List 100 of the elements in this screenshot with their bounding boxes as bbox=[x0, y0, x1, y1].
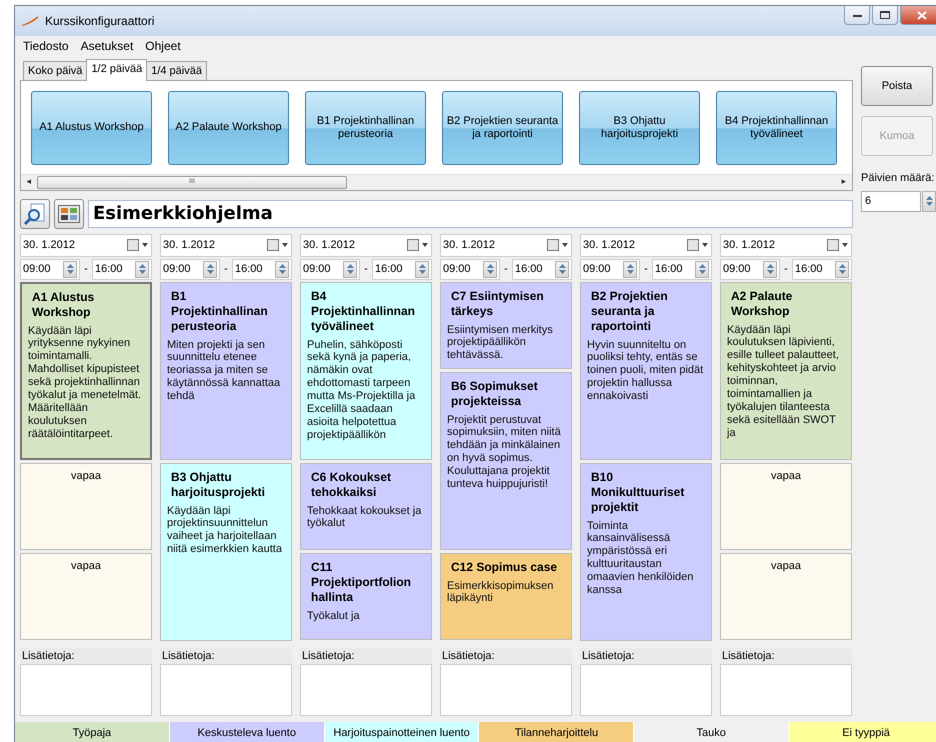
date-picker[interactable]: 30. 1.2012 bbox=[440, 234, 572, 256]
end-time-field[interactable]: 16:00 bbox=[92, 258, 152, 280]
view-grid-button[interactable] bbox=[54, 198, 84, 228]
spinner-button[interactable] bbox=[483, 260, 497, 278]
notes-field[interactable] bbox=[160, 664, 292, 716]
start-time-field[interactable]: 09:00 bbox=[580, 258, 640, 280]
tab[interactable]: Koko päivä bbox=[23, 60, 88, 80]
up-arrow-icon[interactable] bbox=[766, 264, 774, 268]
down-arrow-icon[interactable] bbox=[926, 202, 932, 206]
day-count-field[interactable]: 6 bbox=[861, 190, 921, 212]
down-arrow-icon[interactable] bbox=[346, 270, 354, 274]
start-time-field[interactable]: 09:00 bbox=[440, 258, 500, 280]
close-button[interactable] bbox=[900, 6, 936, 25]
down-arrow-icon[interactable] bbox=[206, 270, 214, 274]
notes-field[interactable] bbox=[720, 664, 852, 716]
course-tile[interactable]: A2 Palaute Workshop bbox=[168, 91, 289, 165]
spinner-button[interactable] bbox=[695, 260, 709, 278]
up-arrow-icon[interactable] bbox=[558, 264, 566, 268]
minimize-button[interactable] bbox=[844, 6, 870, 25]
date-picker[interactable]: 30. 1.2012 bbox=[160, 234, 292, 256]
session-card[interactable]: C6 Kokoukset tehokkaiksi Tehokkaat kokoukset ja työkalut bbox=[300, 462, 432, 550]
scroll-left-arrow[interactable]: ◂ bbox=[21, 175, 37, 189]
up-arrow-icon[interactable] bbox=[278, 264, 286, 268]
course-tile[interactable]: B4 Projektinhallinnan työvälineet bbox=[716, 91, 837, 165]
session-card[interactable]: C11 Projektiportfolion hallinta Työkalut ja bbox=[300, 552, 432, 640]
start-time-field[interactable]: 09:00 bbox=[20, 258, 80, 280]
spinner-button[interactable] bbox=[203, 260, 217, 278]
up-arrow-icon[interactable] bbox=[418, 264, 426, 268]
session-card[interactable]: B3 Ohjattu harjoitusprojekti Käydään läpi projektinsuunnittelun vaiheet ja harjoitellaan niitä esimerkkien kautta bbox=[160, 462, 292, 640]
maximize-button[interactable] bbox=[872, 6, 898, 25]
spinner-button[interactable] bbox=[343, 260, 357, 278]
course-tile[interactable]: B3 Ohjattu harjoitusprojekti bbox=[579, 91, 700, 165]
notes-field[interactable] bbox=[20, 664, 152, 716]
session-card[interactable]: B10 Monikulttuuriset projektit Toiminta kansainvälisessä ympäristössä eri kulttuuritaustan omaavien henkilöiden kanssa bbox=[580, 462, 712, 640]
course-tile[interactable]: B1 Projektinhallinan perusteoria bbox=[305, 91, 426, 165]
maximize-icon[interactable] bbox=[880, 11, 890, 19]
notes-field[interactable] bbox=[440, 664, 572, 716]
date-picker[interactable]: 30. 1.2012 bbox=[300, 234, 432, 256]
spinner-button[interactable] bbox=[415, 260, 429, 278]
free-slot[interactable]: vapaa bbox=[20, 462, 152, 550]
session-card[interactable]: A2 Palaute Workshop Käydään läpi koulutuksen läpivienti, esille tulleet palautteet, kehityskohteet ja arvio toiminnan, toimintamallien ja työkalujen tilanteesta sekä esitellään SWOT ja bbox=[720, 282, 852, 460]
spinner-button[interactable] bbox=[135, 260, 149, 278]
down-arrow-icon[interactable] bbox=[698, 270, 706, 274]
up-arrow-icon[interactable] bbox=[626, 264, 634, 268]
scroll-right-arrow[interactable]: ▸ bbox=[836, 175, 852, 189]
session-card[interactable]: A1 Alustus Workshop Käydään läpi yrityksenne nykyinen toimintamalli. Mahdolliset kipupisteet sekä projektinhallinnan työkalut ja menetelmät. Määritellään koulutuksen räätälöintitarpeet. bbox=[20, 282, 152, 460]
start-time-field[interactable]: 09:00 bbox=[720, 258, 780, 280]
session-card[interactable]: B4 Projektinhallinnan työvälineet Puhelin, sähköposti sekä kynä ja paperia, nämäkin ovat ehdottomasti tarpeen mutta Ms-Projektilla ja Excelillä saadaan asioita helpotettua projektipäällikön bbox=[300, 282, 432, 460]
tab[interactable]: 1/2 päivää bbox=[86, 58, 148, 81]
up-arrow-icon[interactable] bbox=[206, 264, 214, 268]
down-arrow-icon[interactable] bbox=[486, 270, 494, 274]
menu-item[interactable]: Ohjeet bbox=[145, 37, 181, 55]
end-time-field[interactable]: 16:00 bbox=[232, 258, 292, 280]
spinner-button[interactable] bbox=[555, 260, 569, 278]
start-time-field[interactable]: 09:00 bbox=[300, 258, 360, 280]
end-time-field[interactable]: 16:00 bbox=[372, 258, 432, 280]
session-card[interactable]: B1 Projektinhallinan perusteoria Miten projekti ja sen suunnittelu etenee teoriassa ja miten se käytännössä kannattaa tehdä bbox=[160, 282, 292, 460]
date-picker[interactable]: 30. 1.2012 bbox=[720, 234, 852, 256]
spinner-button[interactable] bbox=[835, 260, 849, 278]
spinner-button[interactable] bbox=[623, 260, 637, 278]
down-arrow-icon[interactable] bbox=[626, 270, 634, 274]
menu-item[interactable]: Asetukset bbox=[80, 37, 134, 55]
up-arrow-icon[interactable] bbox=[346, 264, 354, 268]
down-arrow-icon[interactable] bbox=[838, 270, 846, 274]
session-card[interactable]: C7 Esiintymisen tärkeys Esiintymisen merkitys projektipäällikön tehtävässä. bbox=[440, 282, 572, 368]
end-time-field[interactable]: 16:00 bbox=[792, 258, 852, 280]
free-slot[interactable]: vapaa bbox=[20, 552, 152, 640]
up-arrow-icon[interactable] bbox=[926, 196, 932, 200]
start-time-field[interactable]: 09:00 bbox=[160, 258, 220, 280]
course-tile[interactable]: A1 Alustus Workshop bbox=[31, 91, 152, 165]
notes-field[interactable] bbox=[300, 664, 432, 716]
down-arrow-icon[interactable] bbox=[418, 270, 426, 274]
up-arrow-icon[interactable] bbox=[486, 264, 494, 268]
session-card[interactable]: C12 Sopimus case Esimerkkisopimuksen läpikäynti bbox=[440, 552, 572, 640]
minimize-icon[interactable] bbox=[852, 14, 862, 16]
spinner-button[interactable] bbox=[763, 260, 777, 278]
down-arrow-icon[interactable] bbox=[278, 270, 286, 274]
program-name-field[interactable]: Esimerkkiohjelma bbox=[88, 200, 853, 228]
up-arrow-icon[interactable] bbox=[838, 264, 846, 268]
up-arrow-icon[interactable] bbox=[66, 264, 74, 268]
session-card[interactable]: B2 Projektien seuranta ja raportointi Hyvin suunniteltu on puoliksi tehty, entäs se toinen puoli, miten pidät projektin hallussa ennakoivasti bbox=[580, 282, 712, 460]
down-arrow-icon[interactable] bbox=[138, 270, 146, 274]
end-time-field[interactable]: 16:00 bbox=[512, 258, 572, 280]
course-tile[interactable]: B2 Projektien seuranta ja raportointi bbox=[442, 91, 563, 165]
action-button[interactable]: Poista bbox=[861, 66, 933, 106]
spinner-button[interactable] bbox=[63, 260, 77, 278]
up-arrow-icon[interactable] bbox=[138, 264, 146, 268]
down-arrow-icon[interactable] bbox=[558, 270, 566, 274]
notes-field[interactable] bbox=[580, 664, 712, 716]
close-icon[interactable] bbox=[917, 10, 927, 20]
tab[interactable]: 1/4 päivää bbox=[146, 60, 207, 80]
menu-item[interactable]: Tiedosto bbox=[23, 37, 69, 55]
date-picker[interactable]: 30. 1.2012 bbox=[580, 234, 712, 256]
session-card[interactable]: B6 Sopimukset projekteissa Projektit perustuvat sopimuksiin, miten niitä tehdään ja minkälainen on hyvä sopimus. Kouluttajana projektit tunteva huippujuristi! bbox=[440, 372, 572, 550]
spinner-button[interactable] bbox=[275, 260, 289, 278]
date-picker[interactable]: 30. 1.2012 bbox=[20, 234, 152, 256]
grid-view-icon[interactable] bbox=[58, 204, 80, 222]
free-slot[interactable]: vapaa bbox=[720, 552, 852, 640]
down-arrow-icon[interactable] bbox=[766, 270, 774, 274]
down-arrow-icon[interactable] bbox=[66, 270, 74, 274]
